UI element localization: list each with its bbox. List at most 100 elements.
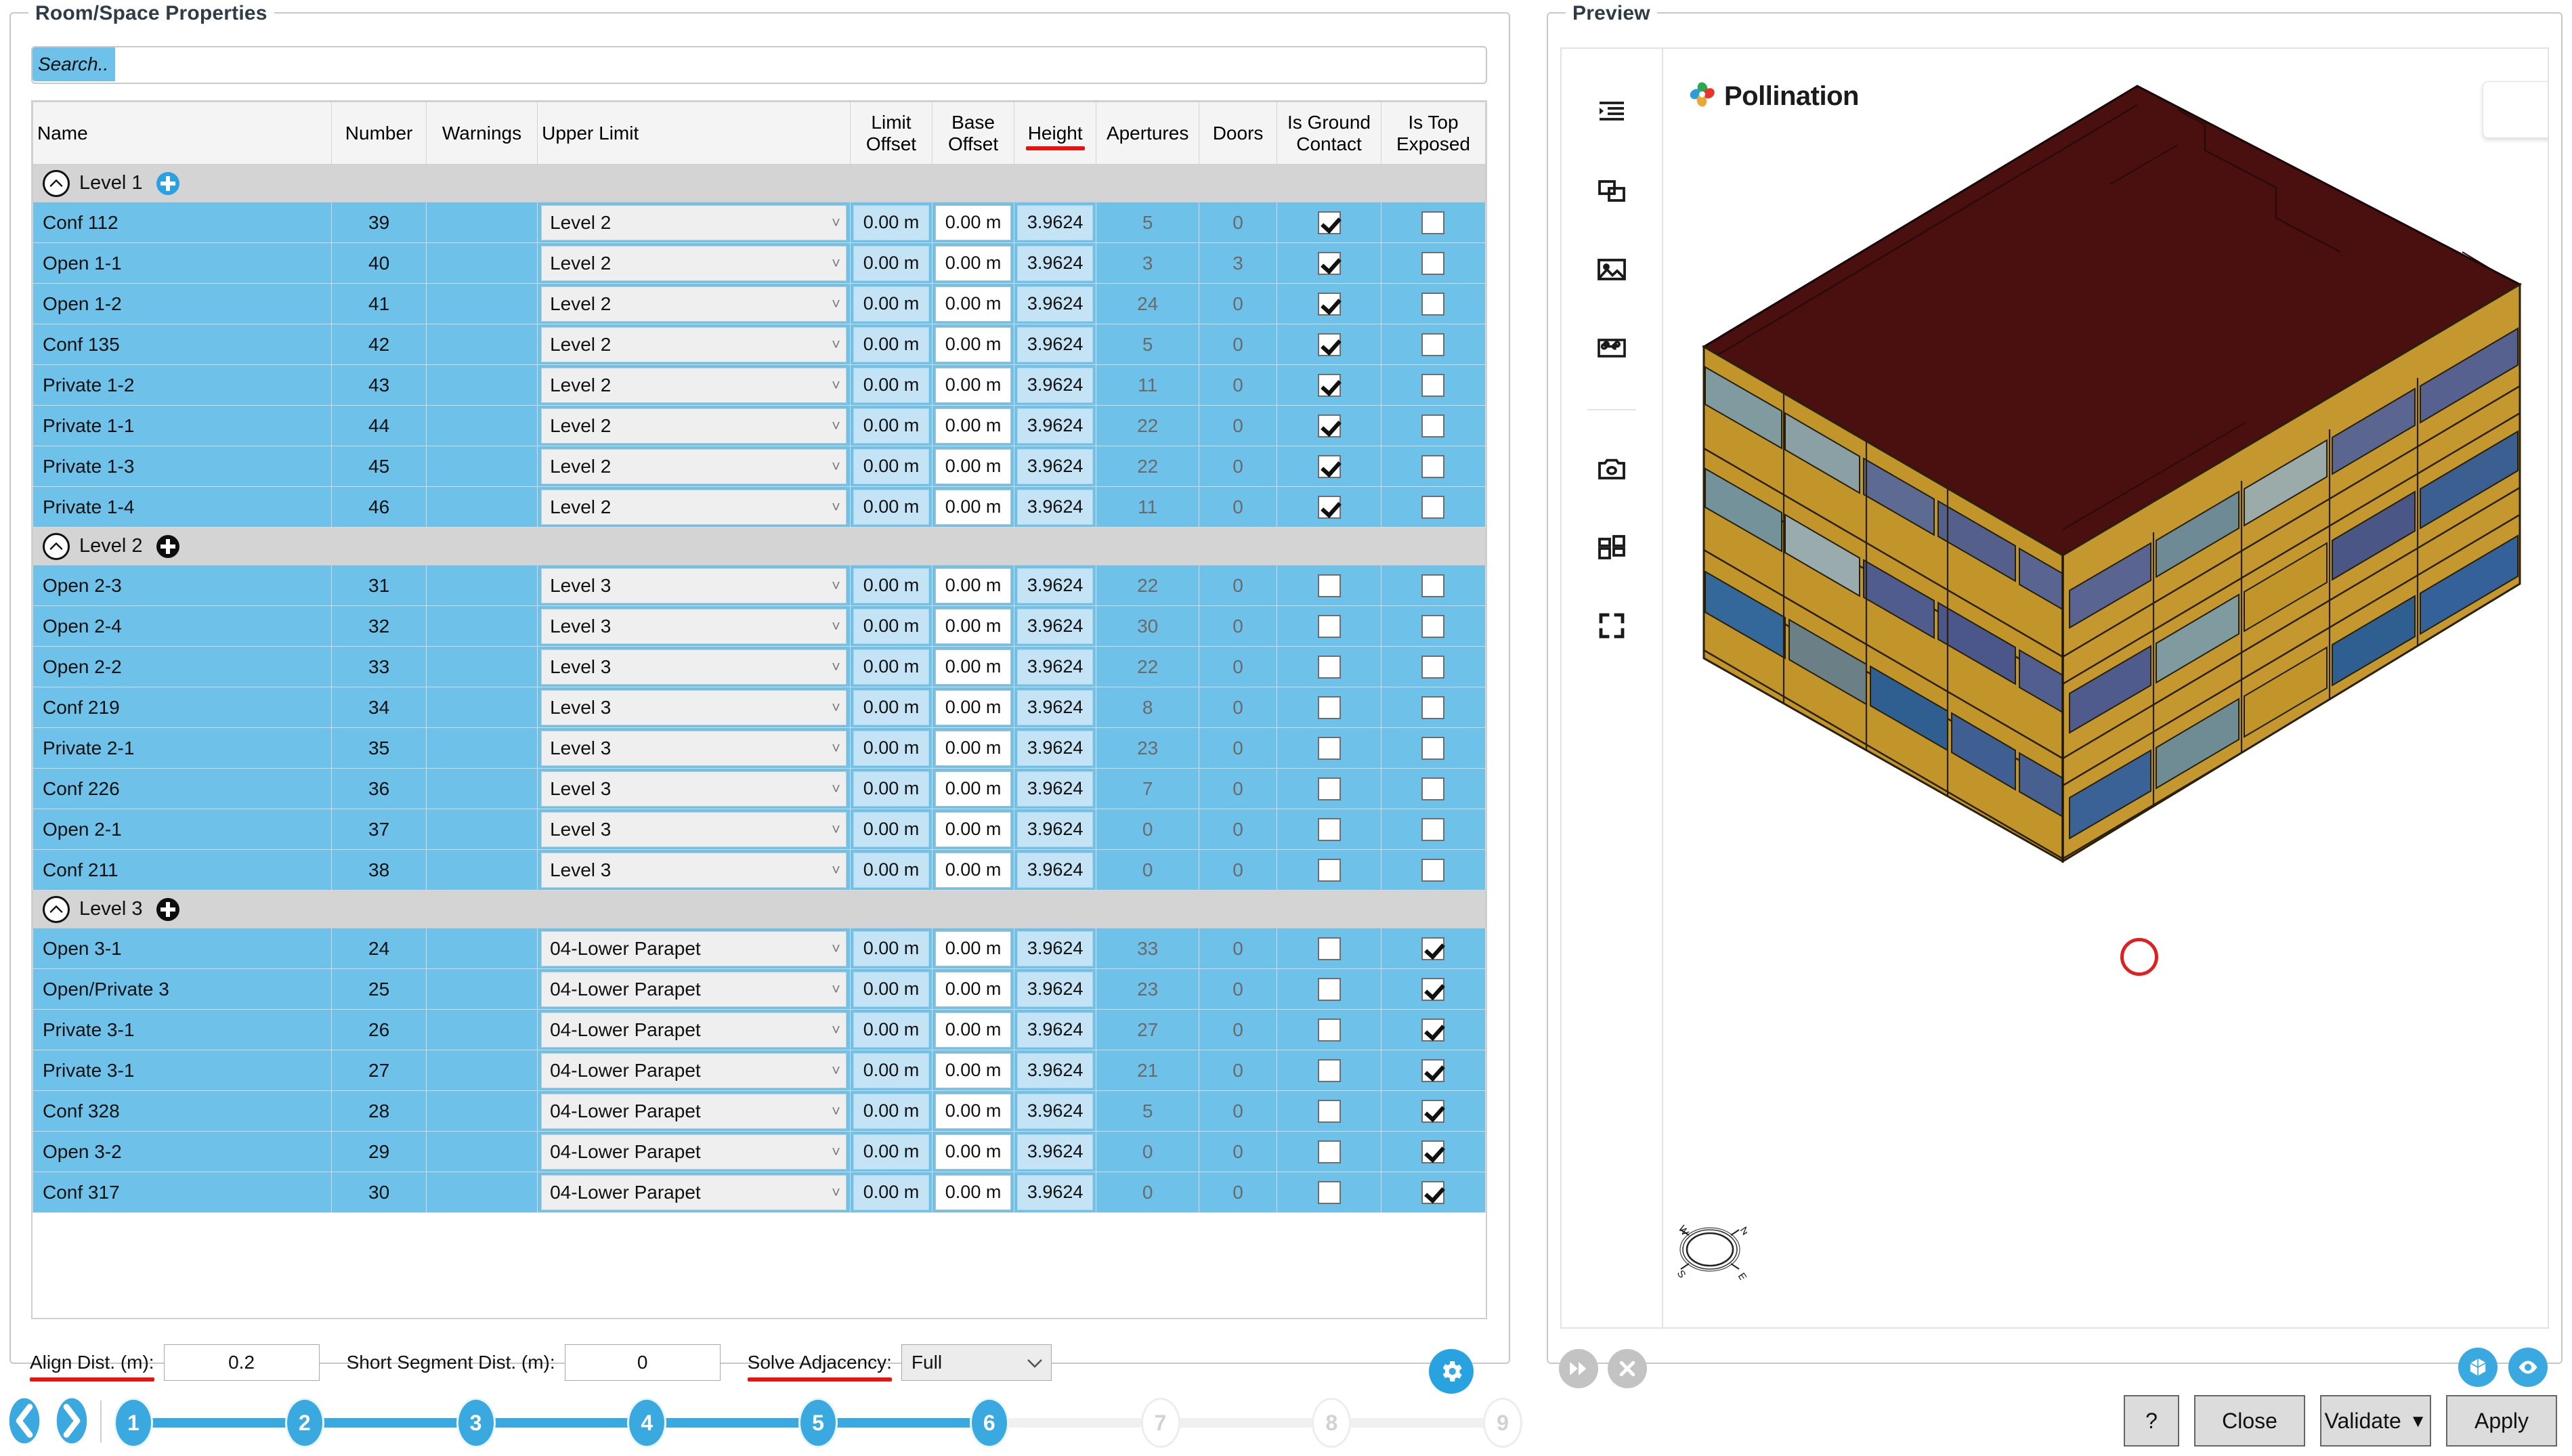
checkbox-is-top-exposed[interactable] bbox=[1421, 777, 1445, 800]
column-header-name[interactable]: Name bbox=[33, 102, 333, 165]
cell-height[interactable]: 3.9624 bbox=[1014, 364, 1097, 406]
checkbox-is-top-exposed[interactable] bbox=[1421, 695, 1445, 719]
checkbox-is-top-exposed[interactable] bbox=[1421, 454, 1445, 478]
cell-is-top-exposed[interactable] bbox=[1380, 768, 1486, 809]
cell-is-ground-contact[interactable] bbox=[1277, 446, 1381, 487]
cell-base-offset[interactable]: 0.00 m bbox=[932, 687, 1015, 728]
cell-is-ground-contact[interactable] bbox=[1277, 1009, 1381, 1050]
align-dist-input[interactable]: 0.2 bbox=[163, 1344, 320, 1381]
cell-is-ground-contact[interactable] bbox=[1277, 646, 1381, 687]
upper-limit-select[interactable]: Level 3 ˅ bbox=[541, 730, 846, 766]
wizard-step-9[interactable]: 9 bbox=[1483, 1398, 1522, 1448]
table-row[interactable]: Open 3-1 24 04-Lower Parapet ˅ 0.00 m 0.00 m3… bbox=[33, 928, 1486, 969]
checkbox-is-ground-contact[interactable] bbox=[1317, 574, 1341, 597]
table-row[interactable]: Open 2-4 32 Level 3 ˅ 0.00 m 0.00 m 3.9624 30 0 bbox=[33, 605, 1486, 647]
cell-number[interactable]: 33 bbox=[331, 646, 427, 687]
cell-upper-limit[interactable]: 04-Lower Parapet ˅ bbox=[537, 1009, 851, 1050]
cell-upper-limit[interactable]: Level 2 ˅ bbox=[537, 202, 851, 243]
upper-limit-select[interactable]: Level 3 ˅ bbox=[541, 811, 846, 847]
cell-is-top-exposed[interactable] bbox=[1380, 565, 1486, 606]
checkbox-is-ground-contact[interactable] bbox=[1317, 977, 1341, 1001]
cell-name[interactable]: Open 2-3 bbox=[33, 565, 333, 606]
table-row[interactable]: Private 3-1 26 04-Lower Parapet ˅ 0.00 m 0.00… bbox=[33, 1009, 1486, 1050]
cell-name[interactable]: Conf 226 bbox=[33, 768, 333, 809]
table-row[interactable]: Private 3-1 27 04-Lower Parapet ˅ 0.00 m 0.00… bbox=[33, 1050, 1486, 1091]
cell-number[interactable]: 42 bbox=[331, 324, 427, 365]
cell-height[interactable]: 3.9624 bbox=[1014, 928, 1097, 969]
cell-limit-offset[interactable]: 0.00 m bbox=[849, 283, 933, 324]
cell-number[interactable]: 46 bbox=[331, 486, 427, 528]
cell-is-ground-contact[interactable] bbox=[1277, 202, 1381, 243]
plus-circle-icon[interactable] bbox=[156, 897, 179, 921]
cell-height[interactable]: 3.9624 bbox=[1014, 809, 1097, 850]
cell-base-offset[interactable]: 0.00 m bbox=[932, 324, 1015, 365]
column-header-is-ground-contact[interactable]: Is Ground Contact bbox=[1277, 102, 1381, 165]
preview-canvas[interactable]: Pollination Views bbox=[1560, 47, 2549, 1329]
wizard-step-5[interactable]: 5 bbox=[798, 1398, 838, 1448]
checkbox-is-ground-contact[interactable] bbox=[1317, 777, 1341, 800]
cell-name[interactable]: Private 1-3 bbox=[33, 446, 333, 487]
cell-limit-offset[interactable]: 0.00 m bbox=[849, 1009, 933, 1050]
cell-base-offset[interactable]: 0.00 m bbox=[932, 446, 1015, 487]
checkbox-is-ground-contact[interactable] bbox=[1317, 454, 1341, 478]
upper-limit-select[interactable]: Level 3 ˅ bbox=[541, 852, 846, 888]
level-group-header[interactable]: Level 1 bbox=[33, 164, 1486, 202]
wizard-step-7[interactable]: 7 bbox=[1140, 1398, 1180, 1448]
table-row[interactable]: Private 2-1 35 Level 3 ˅ 0.00 m 0.00 m 3.9624 2… bbox=[33, 727, 1486, 769]
cell-is-top-exposed[interactable] bbox=[1380, 1090, 1486, 1132]
upper-limit-select[interactable]: Level 2 ˅ bbox=[541, 408, 846, 444]
cell-number[interactable]: 40 bbox=[331, 242, 427, 284]
checkbox-is-ground-contact[interactable] bbox=[1317, 817, 1341, 841]
checkbox-is-ground-contact[interactable] bbox=[1317, 414, 1341, 437]
cell-height[interactable]: 3.9624 bbox=[1014, 486, 1097, 528]
cell-is-top-exposed[interactable] bbox=[1380, 1050, 1486, 1091]
cell-number[interactable]: 28 bbox=[331, 1090, 427, 1132]
cell-number[interactable]: 37 bbox=[331, 809, 427, 850]
cell-name[interactable]: Conf 112 bbox=[33, 202, 333, 243]
cell-limit-offset[interactable]: 0.00 m bbox=[849, 446, 933, 487]
upper-limit-select[interactable]: Level 2 ˅ bbox=[541, 286, 846, 322]
checkbox-is-ground-contact[interactable] bbox=[1317, 1180, 1341, 1204]
chevron-left-icon[interactable] bbox=[3, 1392, 46, 1449]
checkbox-is-top-exposed[interactable] bbox=[1421, 251, 1445, 275]
upper-limit-select[interactable]: Level 3 ˅ bbox=[541, 608, 846, 644]
column-header-height[interactable]: Height bbox=[1014, 102, 1097, 165]
upper-limit-select[interactable]: Level 2 ˅ bbox=[541, 326, 846, 362]
checkbox-is-top-exposed[interactable] bbox=[1421, 333, 1445, 356]
checkbox-is-top-exposed[interactable] bbox=[1421, 292, 1445, 316]
fullscreen-icon[interactable] bbox=[1590, 604, 1633, 647]
cell-is-ground-contact[interactable] bbox=[1277, 809, 1381, 850]
cell-upper-limit[interactable]: Level 2 ˅ bbox=[537, 283, 851, 324]
wizard-step-1[interactable]: 1 bbox=[114, 1398, 153, 1448]
cell-limit-offset[interactable]: 0.00 m bbox=[849, 1050, 933, 1091]
apply-button[interactable]: Apply bbox=[2446, 1395, 2557, 1447]
column-header-base-offset[interactable]: Base Offset bbox=[932, 102, 1015, 165]
cell-is-top-exposed[interactable] bbox=[1380, 968, 1486, 1010]
cell-upper-limit[interactable]: 04-Lower Parapet ˅ bbox=[537, 928, 851, 969]
checkbox-is-ground-contact[interactable] bbox=[1317, 858, 1341, 882]
table-row[interactable]: Conf 219 34 Level 3 ˅ 0.00 m 0.00 m 3.9624 8 0 bbox=[33, 687, 1486, 728]
cell-number[interactable]: 25 bbox=[331, 968, 427, 1010]
cell-height[interactable]: 3.9624 bbox=[1014, 324, 1097, 365]
wizard-step-4[interactable]: 4 bbox=[627, 1398, 667, 1448]
cell-number[interactable]: 45 bbox=[331, 446, 427, 487]
cell-upper-limit[interactable]: Level 3 ˅ bbox=[537, 646, 851, 687]
column-header-doors[interactable]: Doors bbox=[1199, 102, 1278, 165]
cell-is-ground-contact[interactable] bbox=[1277, 1172, 1381, 1213]
cell-is-top-exposed[interactable] bbox=[1380, 687, 1486, 728]
cell-is-ground-contact[interactable] bbox=[1277, 486, 1381, 528]
cell-is-top-exposed[interactable] bbox=[1380, 646, 1486, 687]
cell-height[interactable]: 3.9624 bbox=[1014, 968, 1097, 1010]
table-row[interactable]: Private 1-3 45 Level 2 ˅ 0.00 m 0.00 m 3.9624 2… bbox=[33, 446, 1486, 487]
cell-name[interactable]: Open 3-2 bbox=[33, 1131, 333, 1172]
table-row[interactable]: Open 1-1 40 Level 2 ˅ 0.00 m 0.00 m 3.9624 3 3 bbox=[33, 242, 1486, 284]
checkbox-is-top-exposed[interactable] bbox=[1421, 211, 1445, 234]
upper-limit-select[interactable]: Level 3 ˅ bbox=[541, 649, 846, 685]
cell-base-offset[interactable]: 0.00 m bbox=[932, 1050, 1015, 1091]
upper-limit-select[interactable]: Level 2 ˅ bbox=[541, 205, 846, 240]
cell-height[interactable]: 3.9624 bbox=[1014, 1009, 1097, 1050]
cell-limit-offset[interactable]: 0.00 m bbox=[849, 768, 933, 809]
checkbox-is-top-exposed[interactable] bbox=[1421, 1099, 1445, 1123]
cell-limit-offset[interactable]: 0.00 m bbox=[849, 565, 933, 606]
cell-height[interactable]: 3.9624 bbox=[1014, 565, 1097, 606]
